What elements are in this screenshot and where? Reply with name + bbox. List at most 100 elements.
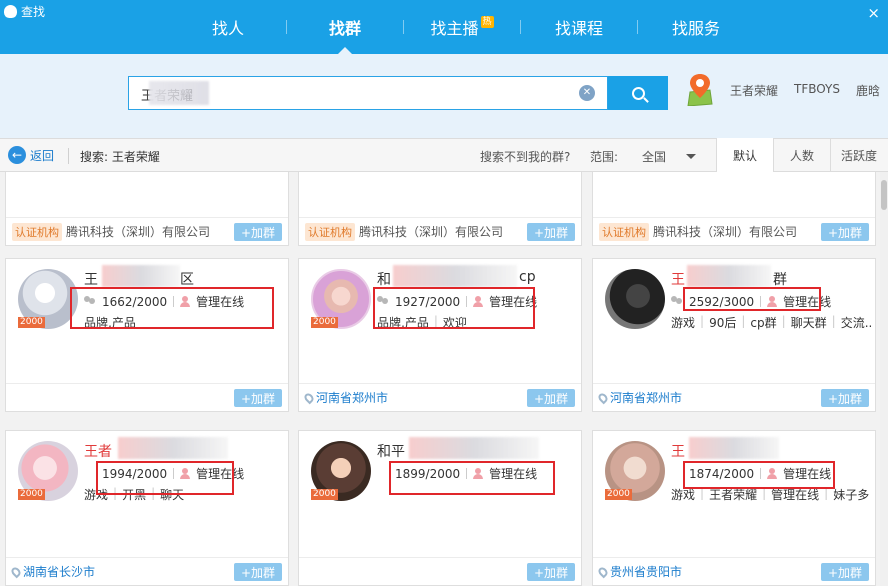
top-nav-bar: 查找 找人 找群 找主播 热 找课程 找服务 × <box>0 0 888 54</box>
location-text: 贵州省贵阳市 <box>610 565 683 579</box>
vertical-scrollbar[interactable] <box>880 172 888 586</box>
company-name: 腾讯科技（深圳）有限公司 <box>653 225 798 239</box>
group-card[interactable]: 2000 王者 1994/2000 管理在线 游戏 | 开黑 | 聊天 湖南省长… <box>5 430 289 586</box>
location-pin-icon <box>596 565 610 578</box>
tab-find-course[interactable]: 找课程 <box>521 0 637 54</box>
location-text: 湖南省长沙市 <box>23 565 96 579</box>
join-group-button[interactable]: +加群 <box>527 389 575 407</box>
join-group-button[interactable]: +加群 <box>821 389 869 407</box>
join-group-button[interactable]: +加群 <box>821 563 869 581</box>
tab-find-group[interactable]: 找群 <box>287 0 403 54</box>
card-footer: 河南省郑州市 +加群 <box>593 383 875 411</box>
map-location-icon[interactable] <box>686 72 714 106</box>
level-badge: 2000 <box>18 317 45 328</box>
group-name-start[interactable]: 王者 <box>84 441 112 461</box>
location-pin-icon <box>302 391 316 404</box>
tag: 游戏 <box>671 316 696 330</box>
members-icon <box>671 296 683 307</box>
join-group-button[interactable]: +加群 <box>234 563 282 581</box>
tab-find-people[interactable]: 找人 <box>170 0 286 54</box>
tag: 妹子多 <box>833 488 870 502</box>
location-text: 河南省郑州市 <box>316 391 389 405</box>
level-badge: 2000 <box>311 317 338 328</box>
redaction-blur <box>393 265 517 287</box>
highlight-box <box>389 461 555 495</box>
group-name[interactable]: 王 <box>84 269 98 289</box>
sort-tab-default[interactable]: 默认 <box>716 138 773 172</box>
clear-icon[interactable]: ✕ <box>579 85 595 101</box>
join-group-button[interactable]: +加群 <box>527 223 575 241</box>
group-name-start[interactable]: 和 <box>377 269 391 289</box>
group-location: 河南省郑州市 <box>302 389 389 406</box>
redaction-blur <box>687 265 771 287</box>
card-footer: +加群 <box>299 557 581 585</box>
join-group-button[interactable]: +加群 <box>821 223 869 241</box>
cert-badge: 认证机构 <box>12 222 62 241</box>
divider: | <box>831 314 836 328</box>
redaction-blur <box>149 81 209 105</box>
hot-word-link[interactable]: 鹿晗 <box>856 82 880 99</box>
scrollbar-thumb[interactable] <box>881 180 887 210</box>
main-tabs: 找人 找群 找主播 热 找课程 找服务 <box>170 0 754 54</box>
group-card[interactable]: 2000 王 区 1662/2000 管理在线 品牌,产品 +加群 <box>5 258 289 412</box>
sort-tabs: 默认 人数 活跃度 <box>716 138 887 172</box>
group-name-end: 区 <box>180 272 194 288</box>
highlight-box <box>373 287 535 329</box>
group-card[interactable]: 认证机构 腾讯科技（深圳）有限公司 +加群 <box>592 172 876 246</box>
range-label: 范围: <box>590 150 619 164</box>
redaction-blur <box>689 437 779 459</box>
group-location: 贵州省贵阳市 <box>596 563 683 580</box>
group-tags: 游戏 | 90后 | cp群 | 聊天群 | 交流... <box>671 314 871 331</box>
hot-word-link[interactable]: TFBOYS <box>794 82 840 99</box>
group-card[interactable]: 2000 和平 1899/2000 管理在线 +加群 <box>298 430 582 586</box>
group-card[interactable]: 认证机构 腾讯科技（深圳）有限公司 +加群 <box>298 172 582 246</box>
tab-find-streamer[interactable]: 找主播 热 <box>404 0 520 54</box>
join-group-button[interactable]: +加群 <box>234 223 282 241</box>
group-card[interactable]: 认证机构 腾讯科技（深圳）有限公司 +加群 <box>5 172 289 246</box>
group-name-start[interactable]: 王 <box>671 441 685 461</box>
tag: 聊天群 <box>790 316 827 330</box>
back-arrow-icon: ← <box>8 146 26 164</box>
tag: 90后 <box>709 316 737 330</box>
highlight-box <box>683 287 821 311</box>
close-icon[interactable]: × <box>867 4 880 22</box>
hot-word-link[interactable]: 王者荣耀 <box>730 82 778 99</box>
company-name: 腾讯科技（深圳）有限公司 <box>66 225 211 239</box>
group-name-start[interactable]: 王 <box>671 269 685 289</box>
not-found-link[interactable]: 搜索不到我的群? <box>480 148 570 165</box>
redaction-blur <box>118 437 228 459</box>
card-footer: 认证机构 腾讯科技（深圳）有限公司 +加群 <box>593 217 875 245</box>
redaction-blur <box>102 265 180 287</box>
sort-tab-activity[interactable]: 活跃度 <box>830 138 887 172</box>
range-value: 全国 <box>642 150 667 164</box>
tab-find-service[interactable]: 找服务 <box>638 0 754 54</box>
back-button[interactable]: ← 返回 <box>8 146 54 164</box>
group-name-start: 王 <box>84 272 98 288</box>
join-group-button[interactable]: +加群 <box>527 563 575 581</box>
cert-badge: 认证机构 <box>599 222 649 241</box>
window-title: 查找 <box>4 3 45 20</box>
join-group-button[interactable]: +加群 <box>234 389 282 407</box>
back-label: 返回 <box>30 148 55 163</box>
location-text: 河南省郑州市 <box>610 391 683 405</box>
group-name-start[interactable]: 和平 <box>377 441 405 461</box>
group-card[interactable]: 2000 王 1874/2000 管理在线 游戏 | 王者荣耀 | 管理在线 |… <box>592 430 876 586</box>
company-name: 腾讯科技（深圳）有限公司 <box>359 225 504 239</box>
qq-logo-icon <box>4 5 17 18</box>
sort-tab-members[interactable]: 人数 <box>773 138 830 172</box>
search-button[interactable] <box>608 76 668 110</box>
level-badge: 2000 <box>311 489 338 500</box>
search-area: ✕ 王者荣耀 TFBOYS 鹿晗 <box>0 54 888 138</box>
card-footer: 贵州省贵阳市 +加群 <box>593 557 875 585</box>
divider <box>68 148 69 164</box>
highlight-box <box>70 287 274 329</box>
cert-badge: 认证机构 <box>305 222 355 241</box>
tag: 交流... <box>840 316 871 330</box>
range-select[interactable]: 全国 <box>642 148 698 165</box>
search-icon <box>631 86 645 100</box>
group-name-end: cp <box>519 269 536 285</box>
group-card[interactable]: 2000 和 cp 1927/2000 管理在线 品牌,产品 | 欢迎 河南省郑… <box>298 258 582 412</box>
group-card[interactable]: 王 群 2592/3000 管理在线 游戏 | 90后 | cp群 | 聊天群 … <box>592 258 876 412</box>
chevron-down-icon <box>686 154 696 159</box>
level-badge: 2000 <box>605 489 632 500</box>
